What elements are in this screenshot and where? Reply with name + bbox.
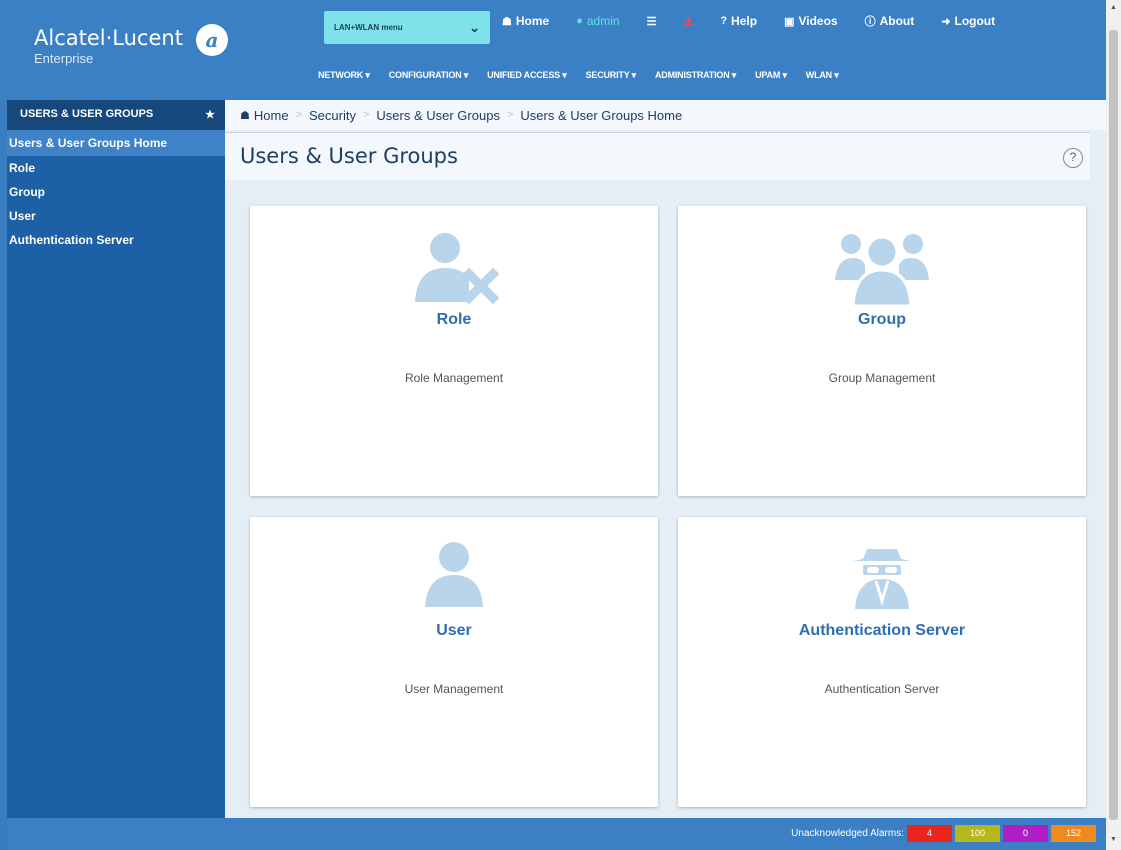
menu-configuration[interactable]: CONFIGURATION ▾: [388, 70, 469, 81]
scroll-down-icon[interactable]: ▼: [1110, 836, 1117, 843]
header: Alcatel·Lucent Enterprise a LAN+WLAN men…: [0, 0, 1106, 100]
alarms: Unacknowledged Alarms: 4 100 0 152: [791, 825, 1096, 842]
nav-user[interactable]: ● admin: [576, 13, 619, 29]
main-content: ☗ Home > Security > Users & User Groups …: [225, 100, 1106, 818]
alarm-badge-minor[interactable]: 0: [1003, 825, 1048, 842]
menu-configuration-label: CONFIGURATION: [388, 70, 462, 80]
home-icon: ☗: [502, 15, 512, 28]
nav-home-label: Home: [515, 14, 550, 28]
authentication-server-icon: [853, 549, 911, 609]
user-icon: ●: [576, 15, 583, 27]
brand-name: Alcatel·Lucent: [34, 26, 183, 50]
scrollbar[interactable]: ▲ ▼: [1106, 0, 1121, 850]
main-menu: NETWORK ▾ CONFIGURATION ▾ UNIFIED ACCESS…: [318, 70, 858, 81]
nav-videos[interactable]: ▣ Videos: [784, 13, 838, 29]
menu-wlan[interactable]: WLAN ▾: [806, 70, 839, 81]
bell-icon: ⚠: [683, 15, 694, 28]
alarm-badge-critical[interactable]: 4: [907, 825, 952, 842]
brand-subtitle: Enterprise: [34, 51, 94, 66]
menu-security[interactable]: SECURITY ▾: [585, 70, 637, 81]
authentication-server-card[interactable]: Authentication Server Authentication Ser…: [678, 517, 1086, 807]
breadcrumb-security[interactable]: Security: [309, 108, 356, 123]
breadcrumb-home[interactable]: Home: [254, 108, 289, 123]
logout-icon: ➜: [941, 15, 951, 28]
info-icon: ⓘ: [864, 16, 876, 28]
footer: Unacknowledged Alarms: 4 100 0 152: [7, 818, 1106, 850]
role-icon: [415, 233, 500, 304]
menu-wlan-label: WLAN: [805, 70, 832, 80]
nav-list[interactable]: ☰: [647, 13, 657, 29]
menu-network[interactable]: NETWORK ▾: [318, 70, 370, 81]
sidebar-item-user[interactable]: User: [7, 204, 225, 228]
pin-icon[interactable]: ★: [205, 108, 215, 130]
page-title: Users & User Groups: [240, 144, 458, 168]
menu-administration[interactable]: ADMINISTRATION ▾: [655, 70, 736, 81]
menu-context-value: LAN+WLAN menu: [334, 23, 403, 32]
nav-logout[interactable]: ➜ Logout: [941, 13, 995, 29]
scroll-up-icon[interactable]: ▲: [1110, 4, 1117, 11]
alarms-label: Unacknowledged Alarms:: [791, 828, 904, 839]
help-button[interactable]: ?: [1063, 148, 1083, 168]
user-card-description: User Management: [404, 682, 504, 696]
alarm-badge-major[interactable]: 100: [955, 825, 1000, 842]
breadcrumb-separator: >: [362, 109, 370, 121]
menu-security-label: SECURITY: [585, 70, 630, 80]
menu-unified-access[interactable]: UNIFIED ACCESS ▾: [487, 70, 567, 81]
logo[interactable]: Alcatel·Lucent Enterprise: [34, 26, 183, 66]
breadcrumb-separator: >: [506, 109, 514, 121]
user-icon: [425, 542, 483, 607]
scroll-thumb[interactable]: [1109, 30, 1118, 820]
nav-about[interactable]: ⓘ About: [865, 13, 915, 29]
nav-help[interactable]: ? Help: [720, 13, 757, 29]
menu-network-label: NETWORK: [318, 70, 364, 80]
nav-help-label: Help: [731, 14, 758, 28]
menu-context-select[interactable]: LAN+WLAN menu ⌄: [324, 11, 490, 44]
authentication-server-card-description: Authentication Server: [824, 682, 940, 696]
breadcrumb-users-user-groups[interactable]: Users & User Groups: [376, 108, 500, 123]
nav-user-label: admin: [586, 14, 620, 28]
authentication-server-card-title: Authentication Server: [798, 622, 966, 639]
top-navigation: ☗ Home ● admin ☰ ⚠ ? Help ▣ Videos ⓘ Abo…: [502, 13, 1022, 29]
sidebar: USERS & USER GROUPS ★ Users & User Group…: [7, 100, 225, 818]
sidebar-item-users-user-groups-home[interactable]: Users & User Groups Home: [7, 130, 225, 156]
sidebar-menu: Users & User Groups Home Role Group User…: [7, 130, 225, 252]
role-card-description: Role Management: [404, 371, 504, 385]
breadcrumb-current: Users & User Groups Home: [520, 107, 683, 123]
menu-administration-label: ADMINISTRATION: [654, 70, 730, 80]
title-bar: Users & User Groups ?: [225, 132, 1090, 180]
breadcrumb-separator: >: [295, 109, 302, 121]
chevron-down-icon: ⌄: [469, 19, 480, 35]
group-card-description: Group Management: [828, 371, 936, 385]
breadcrumb: ☗ Home > Security > Users & User Groups …: [225, 100, 1106, 130]
group-card[interactable]: Group Group Management: [678, 206, 1086, 496]
video-camera-icon: ▣: [784, 15, 795, 28]
nav-about-label: About: [879, 14, 915, 28]
role-card[interactable]: Role Role Management: [250, 206, 658, 496]
group-card-title: Group: [858, 311, 906, 328]
alcatel-lucent-logo-icon: a: [196, 24, 228, 56]
user-card[interactable]: User User Management: [250, 517, 658, 807]
menu-unified-access-label: UNIFIED ACCESS: [487, 70, 560, 80]
menu-upam-label: UPAM: [755, 70, 781, 80]
home-icon: ☗: [240, 109, 250, 122]
sidebar-title-label: USERS & USER GROUPS: [20, 108, 154, 120]
group-icon: [835, 234, 929, 308]
sidebar-item-authentication-server[interactable]: Authentication Server: [7, 228, 225, 252]
sidebar-title: USERS & USER GROUPS ★: [7, 100, 225, 130]
role-card-title: Role: [436, 311, 472, 328]
nav-videos-label: Videos: [798, 14, 838, 28]
sidebar-item-role[interactable]: Role: [7, 156, 225, 180]
menu-upam[interactable]: UPAM ▾: [755, 70, 787, 81]
alarm-badge-warning[interactable]: 152: [1051, 825, 1096, 842]
nav-notifications[interactable]: ⚠: [683, 13, 693, 29]
list-icon: ☰: [646, 15, 657, 28]
user-card-title: User: [436, 622, 472, 639]
nav-home[interactable]: ☗ Home: [502, 13, 549, 29]
sidebar-item-group[interactable]: Group: [7, 180, 225, 204]
nav-logout-label: Logout: [954, 14, 996, 28]
question-icon: ?: [720, 15, 728, 27]
